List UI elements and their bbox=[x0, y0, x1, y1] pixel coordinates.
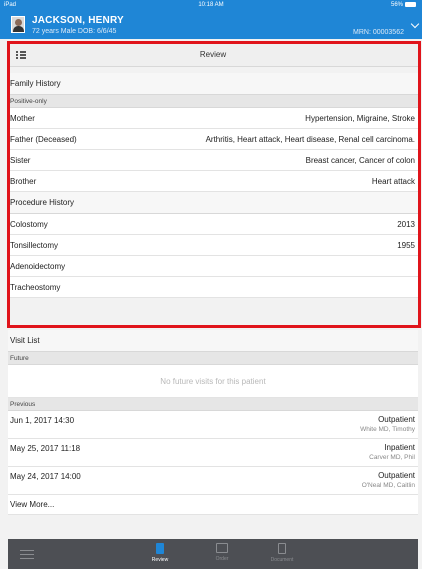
procedure-row[interactable]: Tracheostomy bbox=[8, 277, 418, 298]
clock: 10:18 AM bbox=[198, 2, 224, 8]
procedure-history-header: Procedure History bbox=[8, 192, 418, 214]
visit-list-header: Visit List bbox=[8, 330, 418, 352]
conditions-value: Hypertension, Migraine, Stroke bbox=[305, 114, 415, 123]
battery-percent: 56% bbox=[390, 2, 403, 9]
review-icon bbox=[156, 543, 164, 554]
battery-indicator: 56% bbox=[391, 2, 416, 8]
hamburger-menu-icon[interactable] bbox=[20, 550, 34, 562]
conditions-value: Heart attack bbox=[371, 177, 415, 186]
patient-banner[interactable]: JACKSON, HENRY 72 years Male DOB: 6/6/45… bbox=[0, 12, 422, 39]
procedure-row[interactable]: Tonsillectomy 1955 bbox=[8, 235, 418, 256]
chevron-down-icon[interactable] bbox=[410, 19, 420, 29]
procedure-label: Tracheostomy bbox=[10, 283, 61, 292]
procedure-label: Tonsillectomy bbox=[10, 241, 59, 250]
order-icon bbox=[216, 543, 228, 553]
family-history-row[interactable]: Mother Hypertension, Migraine, Stroke bbox=[8, 108, 418, 129]
family-history-filter: Positive-only bbox=[8, 95, 418, 108]
patient-demographics: 72 years Male DOB: 6/6/45 bbox=[32, 28, 117, 35]
visit-provider: Carver MD, Phil bbox=[369, 454, 415, 461]
procedure-row[interactable]: Colostomy 2013 bbox=[8, 214, 418, 235]
battery-icon bbox=[405, 2, 416, 7]
patient-avatar bbox=[11, 16, 25, 33]
previous-visits-header: Previous bbox=[8, 398, 418, 411]
procedure-row[interactable]: Adenoidectomy bbox=[8, 256, 418, 277]
visit-date: May 25, 2017 11:18 bbox=[10, 444, 81, 453]
conditions-value: Arthritis, Heart attack, Heart disease, … bbox=[205, 135, 415, 144]
relation-label: Brother bbox=[10, 177, 37, 186]
document-icon bbox=[278, 543, 286, 554]
visit-row[interactable]: May 24, 2017 14:00 Outpatient O'Neal MD,… bbox=[8, 467, 418, 495]
tab-order[interactable]: Order bbox=[202, 543, 242, 562]
future-visits-empty: No future visits for this patient bbox=[8, 365, 418, 398]
family-history-header: Family History bbox=[8, 73, 418, 95]
tab-document-label: Document bbox=[270, 557, 294, 563]
tab-review[interactable]: Review bbox=[140, 543, 180, 563]
family-history-row[interactable]: Father (Deceased) Arthritis, Heart attac… bbox=[8, 129, 418, 150]
family-history-row[interactable]: Brother Heart attack bbox=[8, 171, 418, 192]
view-more-link[interactable]: View More... bbox=[8, 495, 418, 515]
visit-provider: O'Neal MD, Caitlin bbox=[361, 482, 415, 489]
bottom-tab-bar: Review Order Document bbox=[8, 539, 418, 569]
future-visits-header: Future bbox=[8, 352, 418, 365]
visit-type: Outpatient bbox=[378, 415, 415, 424]
patient-name: JACKSON, HENRY bbox=[32, 15, 124, 26]
conditions-value: Breast cancer, Cancer of colon bbox=[305, 156, 415, 165]
relation-label: Father (Deceased) bbox=[10, 135, 77, 144]
page-title: Review bbox=[199, 50, 227, 59]
visit-type: Outpatient bbox=[378, 471, 415, 480]
history-panel: Family History Positive-only Mother Hype… bbox=[8, 68, 418, 298]
visit-date: Jun 1, 2017 14:30 bbox=[10, 416, 75, 425]
procedure-year: 2013 bbox=[397, 220, 415, 229]
visit-provider: White MD, Timothy bbox=[360, 426, 415, 433]
procedure-label: Adenoidectomy bbox=[10, 262, 66, 271]
tab-order-label: Order bbox=[215, 556, 229, 562]
procedure-year: 1955 bbox=[397, 241, 415, 250]
visit-list-panel: Visit List Future No future visits for t… bbox=[8, 330, 418, 515]
patient-mrn: MRN: 00003562 bbox=[353, 29, 404, 36]
visit-date: May 24, 2017 14:00 bbox=[10, 472, 81, 481]
visit-row[interactable]: May 25, 2017 11:18 Inpatient Carver MD, … bbox=[8, 439, 418, 467]
relation-label: Sister bbox=[10, 156, 31, 165]
relation-label: Mother bbox=[10, 114, 35, 123]
procedure-label: Colostomy bbox=[10, 220, 48, 229]
tab-document[interactable]: Document bbox=[262, 543, 302, 563]
family-history-row[interactable]: Sister Breast cancer, Cancer of colon bbox=[8, 150, 418, 171]
review-toolbar: Review bbox=[8, 43, 418, 67]
visit-type: Inpatient bbox=[384, 443, 415, 452]
status-bar: iPad 10:18 AM 56% bbox=[0, 0, 422, 12]
visit-row[interactable]: Jun 1, 2017 14:30 Outpatient White MD, T… bbox=[8, 411, 418, 439]
tab-review-label: Review bbox=[151, 557, 169, 563]
